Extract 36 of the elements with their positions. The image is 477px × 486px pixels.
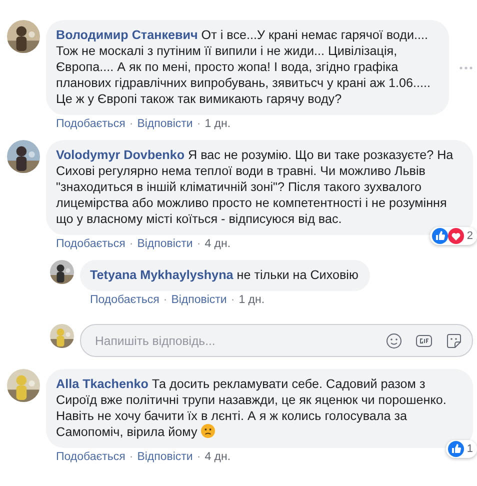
comment-time[interactable]: 1 дн. [204, 118, 231, 130]
like-reaction-icon [432, 228, 448, 244]
comment-time[interactable]: 1 дн. [238, 294, 265, 306]
separator-dot: · [129, 238, 134, 250]
separator-dot: · [230, 294, 235, 306]
comment-text: Володимир Станкевич От і все...У крані немає гарячої води.... Тож не москалі з путіним її випили і не жиди... Цивілізація, Європа.... А як по мені, просто жопа! І вода, згідно графіка планових гідравлічних випробувань, зявитьсч у крані аж 1.06..... Це ж у Європі також так вимикають гарячу воду? [46, 20, 449, 115]
comment-time[interactable]: 4 дн. [204, 238, 231, 250]
sticker-icon[interactable] [446, 332, 462, 348]
author-name[interactable]: Alla Tkachenko [56, 377, 148, 391]
author-name[interactable]: Volodymyr Dovbenko [56, 148, 185, 162]
reply-text-input[interactable]: Напишіть відповідь... [93, 332, 372, 348]
like-link[interactable]: Подобається [56, 451, 126, 463]
comment-text: Tetyana Mykhaylyshyna не тільки на Сиховію [80, 260, 370, 291]
separator-dot: · [196, 118, 201, 130]
reply-link[interactable]: Відповісти [137, 238, 193, 250]
like-link[interactable]: Подобається [90, 294, 160, 306]
reactions-badge[interactable]: 2 [430, 227, 477, 245]
like-link[interactable]: Подобається [56, 238, 126, 250]
separator-dot: · [129, 118, 134, 130]
emoji-icon[interactable] [386, 332, 402, 348]
separator-dot: · [129, 451, 134, 463]
comment-time[interactable]: 4 дн. [204, 451, 231, 463]
like-reaction-icon [448, 441, 464, 457]
like-link[interactable]: Подобається [56, 118, 126, 130]
author-name[interactable]: Володимир Станкевич [56, 28, 198, 42]
love-reaction-icon [448, 228, 464, 244]
separator-dot: · [196, 451, 201, 463]
separator-dot: · [196, 238, 201, 250]
separator-dot: · [163, 294, 168, 306]
gif-icon[interactable] [416, 334, 432, 348]
reactions-badge[interactable]: 1 [446, 440, 477, 458]
reply-link[interactable]: Відповісти [137, 118, 193, 130]
reply-field[interactable]: Напишіть відповідь... [80, 324, 473, 357]
author-name[interactable]: Tetyana Mykhaylyshyna [90, 268, 234, 282]
reply-link[interactable]: Відповісти [171, 294, 227, 306]
reply-link[interactable]: Відповісти [137, 451, 193, 463]
